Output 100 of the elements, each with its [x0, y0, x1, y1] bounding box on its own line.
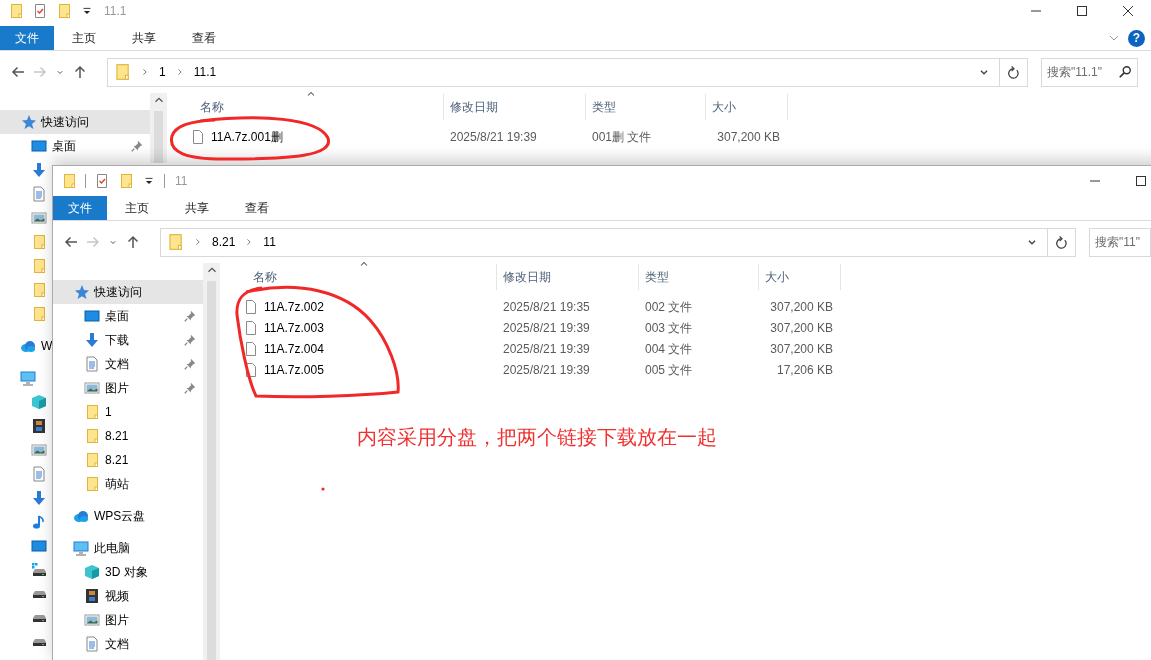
column-header[interactable]: 修改日期 — [497, 264, 639, 290]
star-icon — [73, 284, 89, 300]
sidebar-item-label[interactable]: 视频 — [105, 587, 129, 605]
picture-icon — [31, 210, 47, 226]
column-header[interactable]: 类型 — [586, 94, 706, 120]
sidebar-item[interactable]: 快速访问 — [0, 110, 150, 134]
up-button[interactable] — [72, 64, 88, 80]
cube-icon — [31, 394, 47, 410]
column-header[interactable]: 大小 — [706, 94, 788, 120]
properties-icon — [32, 3, 48, 19]
scrollbar-thumb[interactable] — [154, 111, 163, 163]
desktop-icon — [31, 538, 47, 554]
ribbon-tab[interactable]: 查看 — [227, 196, 287, 220]
back-arrow-icon — [10, 64, 26, 80]
sidebar-item[interactable]: 此电脑 — [53, 536, 132, 560]
sidebar-item-label[interactable]: W — [41, 337, 53, 355]
sidebar-item[interactable]: W — [0, 334, 55, 358]
sidebar-item-label[interactable]: 萌站 — [105, 475, 129, 493]
ribbon-tab[interactable]: 文件 — [53, 196, 107, 220]
document-icon — [84, 636, 100, 652]
file-name[interactable]: 11A.7z.003 — [264, 318, 324, 337]
sidebar-item-label[interactable]: WPS云盘 — [94, 507, 146, 525]
up-arrow-icon — [125, 234, 141, 250]
search-field[interactable]: 搜索"11" — [1089, 227, 1151, 257]
maximize-icon — [1133, 173, 1149, 189]
folder-icon — [113, 63, 131, 81]
search-field[interactable]: 搜索"11.1" — [1041, 57, 1138, 87]
file-name[interactable]: 11A.7z.004 — [264, 339, 324, 358]
modified-date: 2025/8/21 19:39 — [502, 340, 591, 358]
folder-icon — [31, 306, 47, 322]
back-button[interactable] — [10, 64, 26, 80]
file-size: 307,200 KB — [769, 319, 834, 337]
file-type: 001删 文件 — [591, 128, 653, 146]
sidebar-item-label[interactable]: 3D 对象 — [105, 563, 148, 581]
file-name[interactable]: 11A.7z.005 — [264, 360, 324, 379]
star-icon — [20, 114, 36, 130]
address-bar[interactable]: 1 11.1 — [107, 57, 1000, 87]
annotation-text: 内容采用分盘，把两个链接下载放在一起 — [357, 425, 717, 450]
sidebar-item-label[interactable]: 图片 — [105, 379, 129, 397]
ribbon-tab[interactable]: 共享 — [114, 26, 174, 50]
document-icon — [84, 356, 100, 372]
up-button[interactable] — [125, 234, 141, 250]
cloud-icon — [73, 508, 89, 524]
column-header[interactable]: 大小 — [759, 264, 841, 290]
download-arrow-icon — [31, 162, 47, 178]
refresh-button[interactable] — [1048, 227, 1076, 257]
new-folder-icon — [56, 3, 72, 19]
sidebar-item-label[interactable]: 桌面 — [105, 307, 129, 325]
folder-icon — [84, 404, 100, 420]
breadcrumb-link[interactable]: 8.21 — [212, 233, 236, 251]
sidebar-item-label[interactable]: 图片 — [105, 611, 129, 629]
file-name[interactable]: 11A.7z.001删 — [211, 127, 283, 146]
download-arrow-icon — [84, 332, 100, 348]
sidebar-item[interactable]: 快速访问 — [53, 280, 203, 304]
ribbon-tab[interactable]: 主页 — [107, 196, 167, 220]
column-header[interactable]: 名称 — [167, 94, 444, 120]
sidebar-item[interactable]: WPS云盘 — [53, 504, 148, 528]
column-header[interactable]: 修改日期 — [444, 94, 586, 120]
file-icon — [243, 298, 259, 315]
help-button[interactable]: ? — [1128, 29, 1145, 47]
download-arrow-icon — [31, 490, 47, 506]
back-button[interactable] — [63, 234, 79, 250]
film-icon — [84, 588, 100, 604]
sidebar-item-label[interactable]: 8.21 — [105, 427, 129, 445]
new-folder-icon — [118, 173, 134, 189]
ribbon-tab[interactable]: 共享 — [167, 196, 227, 220]
drive-icon — [31, 562, 47, 578]
file-name[interactable]: 11A.7z.002 — [264, 297, 324, 316]
close-icon — [1120, 3, 1136, 19]
sidebar-item-label[interactable]: 1 — [105, 403, 112, 421]
file-icon — [190, 128, 206, 145]
address-bar[interactable]: 8.21 11 — [160, 227, 1048, 257]
scrollbar-track[interactable] — [203, 263, 220, 660]
breadcrumb-link[interactable]: 11 — [263, 233, 276, 251]
sidebar-item-label[interactable]: 快速访问 — [41, 113, 89, 131]
refresh-icon — [1006, 64, 1021, 80]
folder-icon — [84, 428, 100, 444]
scrollbar-track[interactable] — [150, 93, 167, 163]
ribbon-tab[interactable]: 主页 — [54, 26, 114, 50]
ribbon-tab[interactable]: 查看 — [174, 26, 234, 50]
back-arrow-icon — [63, 234, 79, 250]
column-header[interactable]: 类型 — [639, 264, 759, 290]
desktop-icon — [31, 138, 47, 154]
refresh-button[interactable] — [1000, 57, 1028, 87]
sidebar-item-label[interactable]: 下载 — [105, 331, 129, 349]
window-title: 11.1 — [103, 3, 128, 20]
file-type: 003 文件 — [644, 319, 694, 337]
column-header[interactable]: 名称 — [220, 264, 497, 290]
ribbon-tab[interactable]: 文件 — [0, 26, 54, 50]
desktop-icon — [84, 308, 100, 324]
breadcrumb-link[interactable]: 11.1 — [193, 63, 217, 81]
sidebar-item-label[interactable]: 8.21 — [105, 451, 129, 469]
sidebar-item-label[interactable]: 桌面 — [52, 137, 76, 155]
sidebar-item-label[interactable]: 文档 — [105, 355, 129, 373]
folder-icon — [8, 3, 24, 19]
sidebar-item-label[interactable]: 此电脑 — [94, 539, 130, 557]
sidebar-item-label[interactable]: 文档 — [105, 635, 129, 653]
breadcrumb-link[interactable]: 1 — [159, 63, 166, 81]
sidebar-item-label[interactable]: 快速访问 — [94, 283, 142, 301]
modified-date: 2025/8/21 19:39 — [502, 361, 591, 379]
